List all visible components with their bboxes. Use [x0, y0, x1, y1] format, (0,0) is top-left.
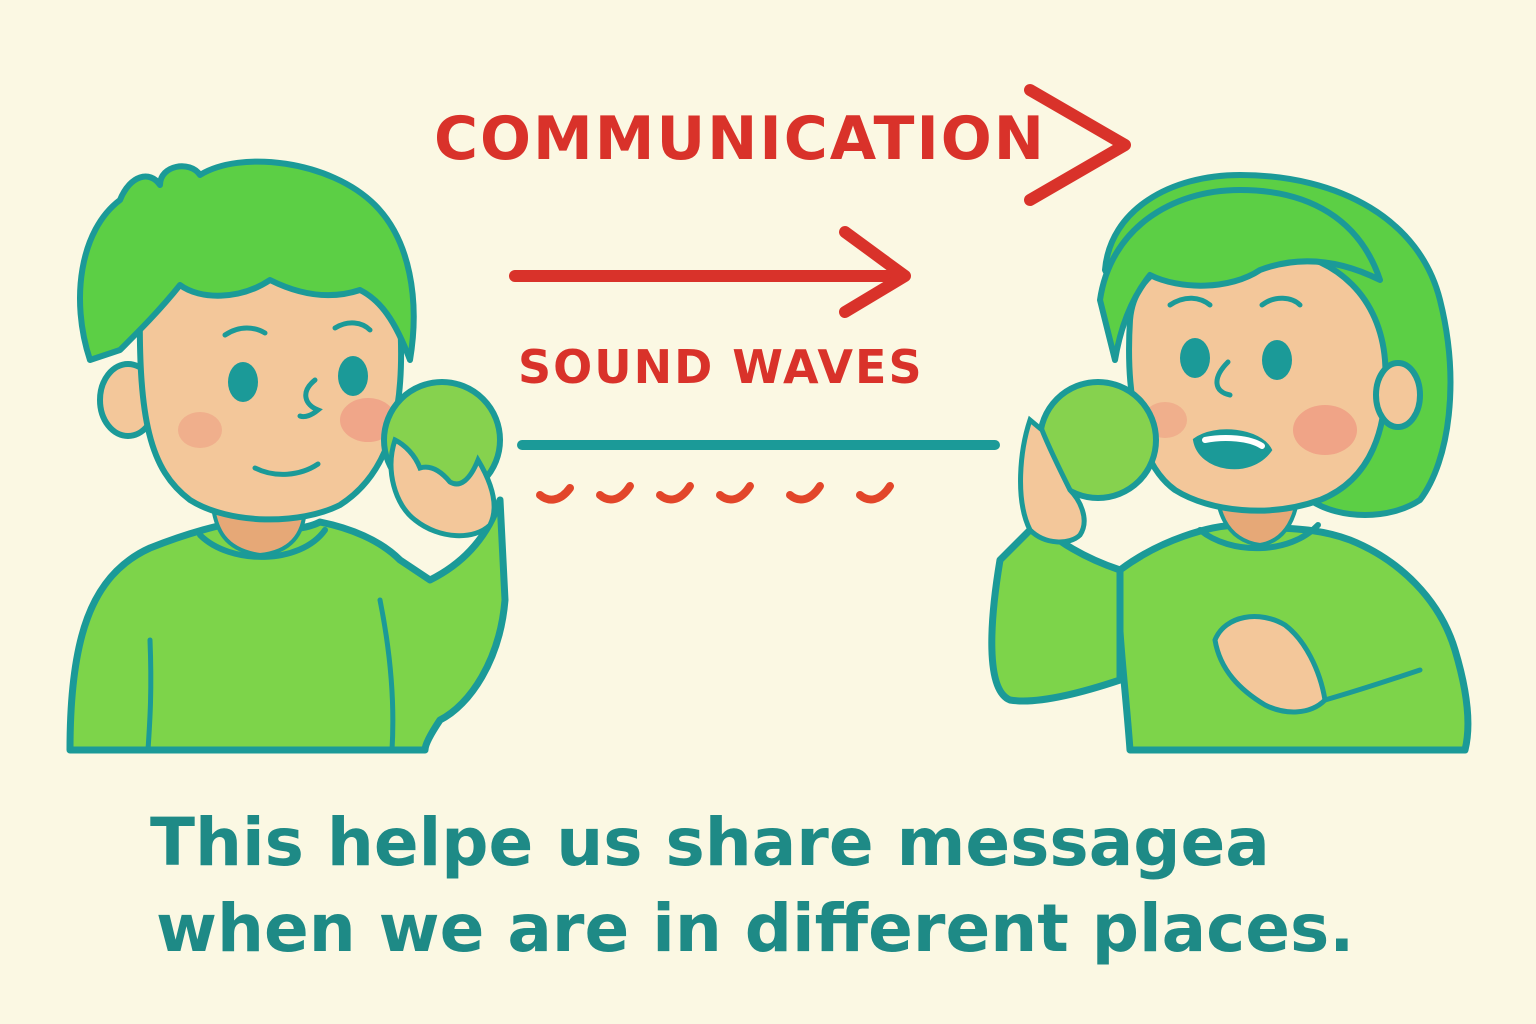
wave-mark — [596, 482, 634, 504]
sound-waves-label: SOUND WAVES — [518, 340, 924, 394]
communication-label: COMMUNICATION — [434, 104, 1046, 174]
girl-eye-right — [1262, 340, 1292, 380]
illustration-canvas: COMMUNICATION SOUND WAVES This helpe us … — [0, 0, 1536, 1024]
boy-eye-left — [228, 362, 258, 402]
boy-figure — [66, 158, 509, 754]
girl-blush-right — [1293, 405, 1357, 455]
boy-eye-right — [338, 356, 368, 396]
wave-mark — [786, 482, 824, 504]
caption-line-2: when we are in different places. — [156, 890, 1355, 967]
caption-line-1: This helpe us share messagea — [150, 804, 1270, 881]
wave-mark — [856, 482, 894, 504]
sound-wave-marks — [536, 482, 894, 504]
girl-eye-left — [1180, 338, 1210, 378]
girl-face — [1126, 246, 1389, 514]
wave-mark — [656, 482, 694, 504]
wave-mark — [536, 484, 574, 504]
boy-blush-left — [178, 412, 222, 448]
girl-ear — [1373, 360, 1423, 430]
girl-arm — [988, 516, 1124, 705]
caption: This helpe us share messagea when we are… — [150, 800, 1410, 972]
wave-mark — [716, 482, 754, 504]
girl-figure — [988, 172, 1472, 754]
boy-arm-line — [145, 637, 154, 753]
